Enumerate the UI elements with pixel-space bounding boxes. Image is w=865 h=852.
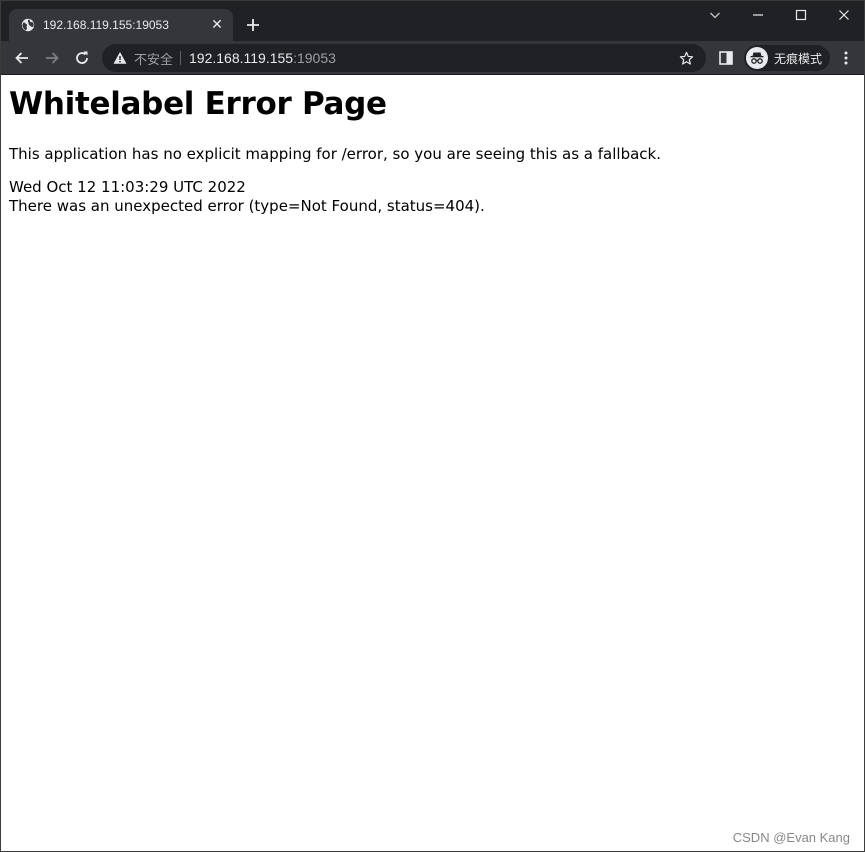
tab-search-chevron-icon[interactable] (693, 1, 737, 29)
watermark: CSDN @Evan Kang (732, 830, 850, 845)
error-details: Wed Oct 12 11:03:29 UTC 2022 There was a… (9, 178, 856, 216)
error-message: There was an unexpected error (type=Not … (9, 197, 485, 215)
url-host: 192.168.119.155 (189, 50, 294, 66)
address-bar[interactable]: 不安全 192.168.119.155:19053 (102, 44, 706, 72)
browser-window: 192.168.119.155:19053 ✕ 不安全 192.168.119.… (0, 0, 865, 852)
menu-kebab-icon[interactable] (832, 44, 860, 72)
url-text[interactable]: 192.168.119.155:19053 (189, 50, 676, 66)
incognito-icon (746, 47, 768, 69)
address-separator (180, 51, 182, 65)
side-panel-icon[interactable] (712, 44, 740, 72)
minimize-icon[interactable] (736, 1, 780, 29)
page-content: Whitelabel Error Page This application h… (1, 75, 864, 851)
new-tab-icon[interactable] (241, 13, 265, 37)
forward-arrow-icon[interactable] (38, 44, 66, 72)
maximize-icon[interactable] (779, 1, 823, 29)
tab-strip: 192.168.119.155:19053 ✕ (1, 1, 864, 41)
error-timestamp: Wed Oct 12 11:03:29 UTC 2022 (9, 178, 246, 196)
not-secure-label[interactable]: 不安全 (134, 49, 173, 68)
bookmark-star-icon[interactable] (676, 48, 696, 68)
tab-close-icon[interactable]: ✕ (209, 17, 225, 33)
incognito-badge[interactable]: 无痕模式 (744, 45, 831, 71)
back-arrow-icon[interactable] (8, 44, 36, 72)
url-port: :19053 (293, 50, 336, 66)
error-description: This application has no explicit mapping… (9, 145, 661, 163)
globe-icon (21, 18, 35, 32)
browser-toolbar: 不安全 192.168.119.155:19053 无痕模式 (1, 41, 864, 75)
page-title: Whitelabel Error Page (9, 86, 387, 122)
close-window-icon[interactable] (822, 1, 864, 29)
browser-tab[interactable]: 192.168.119.155:19053 ✕ (9, 9, 233, 41)
tab-title: 192.168.119.155:19053 (43, 18, 169, 32)
warning-triangle-icon[interactable] (112, 50, 128, 66)
reload-icon[interactable] (68, 44, 96, 72)
incognito-label: 无痕模式 (774, 51, 823, 66)
